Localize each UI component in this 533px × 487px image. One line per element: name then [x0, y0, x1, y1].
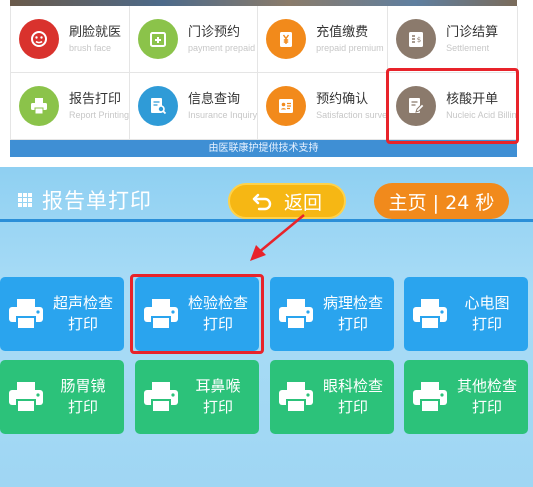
tile-label-line1: 病理检查: [322, 294, 383, 312]
menu-item-label: 刷脸就医: [69, 25, 122, 40]
calendar-plus-icon: [138, 19, 179, 59]
menu-item-appointment[interactable]: 门诊预约 payment prepaid: [130, 6, 259, 73]
printer-icon: [410, 297, 450, 331]
menu-item-label: 信息查询: [188, 92, 241, 107]
tile-label-line2: 打印: [471, 315, 502, 333]
menu-item-sublabel: payment prepaid: [188, 43, 256, 53]
menu-item-label: 门诊结算: [446, 25, 499, 40]
tile-label-line1: 眼科检查: [322, 377, 383, 395]
menu-item-label: 充值缴费: [316, 25, 369, 40]
printer-icon: [410, 380, 450, 414]
menu-item-sublabel: Settlement: [446, 43, 490, 53]
menu-item-face-scan[interactable]: 刷脸就医 brush face: [11, 6, 131, 73]
svg-text:$: $: [417, 36, 421, 44]
menu-item-recharge[interactable]: 充值缴费 prepaid premium: [258, 6, 389, 73]
tile-label-line1: 其他检查: [456, 377, 517, 395]
face-scan-icon: [19, 19, 59, 59]
page-title: 报告单打印: [18, 185, 152, 215]
tile-label-line2: 打印: [202, 398, 233, 416]
tile-lab-test-print[interactable]: 检验检查 打印: [135, 277, 259, 351]
tile-label-line2: 打印: [337, 398, 368, 416]
contact-card-icon: [266, 86, 307, 126]
printer-icon: [6, 380, 46, 414]
printer-icon: [276, 297, 316, 331]
printer-icon: [19, 86, 59, 126]
tile-label-line2: 打印: [471, 398, 502, 416]
tile-ultrasound-print[interactable]: 超声检查 打印: [0, 277, 124, 351]
tile-label-line2: 打印: [67, 315, 98, 333]
menu-item-sublabel: Report Printing: [69, 110, 130, 120]
menu-item-sublabel: Satisfaction surve: [316, 110, 388, 120]
report-print-screen: 报告单打印 返回 主页 | 24 秒 超声检查 打印 检验检查 打印 病理检查 …: [0, 167, 533, 487]
tile-label-line1: 检验检查: [187, 294, 248, 312]
menu-item-sublabel: Insurance Inquiry: [188, 110, 258, 120]
tile-gastroscopy-print[interactable]: 肠胃镜 打印: [0, 360, 124, 434]
page-title-text: 报告单打印: [42, 189, 152, 213]
grid-menu-icon: [18, 193, 32, 207]
tile-label-line1: 肠胃镜: [60, 377, 106, 395]
tile-label-line2: 打印: [67, 398, 98, 416]
printer-icon: [6, 297, 46, 331]
printer-icon: [141, 380, 181, 414]
home-button-countdown[interactable]: 主页 | 24 秒: [374, 183, 509, 219]
tile-label-line2: 打印: [337, 315, 368, 333]
highlight-box-nucleic-acid: [386, 68, 519, 144]
menu-item-sublabel: brush face: [69, 43, 112, 53]
menu-item-sublabel: prepaid premium: [316, 43, 384, 53]
printer-icon: [141, 297, 181, 331]
menu-item-settlement[interactable]: $ 门诊结算 Settlement: [388, 6, 518, 73]
document-search-icon: [138, 86, 179, 126]
tile-label-line1: 耳鼻喉: [195, 377, 241, 395]
tile-ecg-print[interactable]: 心电图 打印: [404, 277, 528, 351]
home-button-label: 主页 | 24 秒: [388, 191, 495, 214]
tile-other-exam-print[interactable]: 其他检查 打印: [404, 360, 528, 434]
printer-icon: [276, 380, 316, 414]
tile-label-line1: 超声检查: [52, 294, 113, 312]
yuan-card-icon: [266, 19, 307, 59]
tile-label-line1: 心电图: [464, 294, 510, 312]
tile-label-line2: 打印: [202, 315, 233, 333]
tile-ent-print[interactable]: 耳鼻喉 打印: [135, 360, 259, 434]
tile-pathology-print[interactable]: 病理检查 打印: [270, 277, 394, 351]
tile-ophthalmology-print[interactable]: 眼科检查 打印: [270, 360, 394, 434]
menu-item-appointment-confirm[interactable]: 预约确认 Satisfaction surve: [258, 73, 389, 140]
menu-item-info-query[interactable]: 信息查询 Insurance Inquiry: [130, 73, 259, 140]
pointer-arrow-annotation: [250, 214, 305, 261]
menu-item-label: 门诊预约: [188, 25, 241, 40]
menu-item-label: 预约确认: [316, 92, 369, 107]
menu-item-label: 报告打印: [69, 92, 122, 107]
menu-item-report-print[interactable]: 报告打印 Report Printing: [11, 73, 131, 140]
invoice-icon: $: [396, 19, 437, 59]
